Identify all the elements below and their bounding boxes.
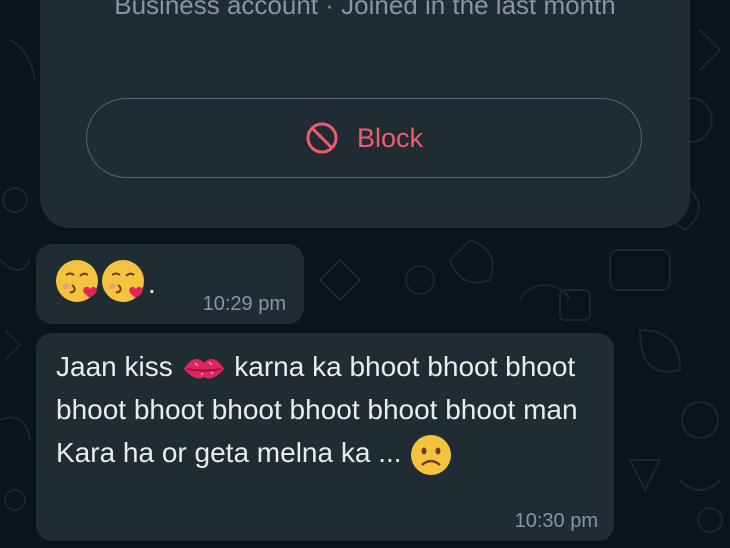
message-text-part: Jaan kiss [56,351,181,382]
message-bubble[interactable]: Jaan kiss karna ka bhoot bhoot bhoot bho… [36,333,614,541]
message-timestamp: 10:30 pm [514,510,598,532]
account-subtitle: Business account · Joined in the last mo… [114,0,616,20]
kissing-face-emoji [102,260,144,302]
contact-info-card: Business account · Joined in the last mo… [40,0,690,228]
message-timestamp: 10:29 pm [202,293,286,315]
block-button[interactable]: Block [86,98,642,178]
message-text: . [148,268,156,299]
frowning-face-emoji [411,434,452,475]
block-icon [306,122,338,154]
kiss-mark-emoji [183,358,224,379]
block-label: Block [356,122,424,153]
message-bubble[interactable]: . 10:29 pm [36,244,304,324]
kissing-face-emoji [56,260,98,302]
message-text: Jaan kiss karna ka bhoot bhoot bhoot bho… [56,345,601,477]
